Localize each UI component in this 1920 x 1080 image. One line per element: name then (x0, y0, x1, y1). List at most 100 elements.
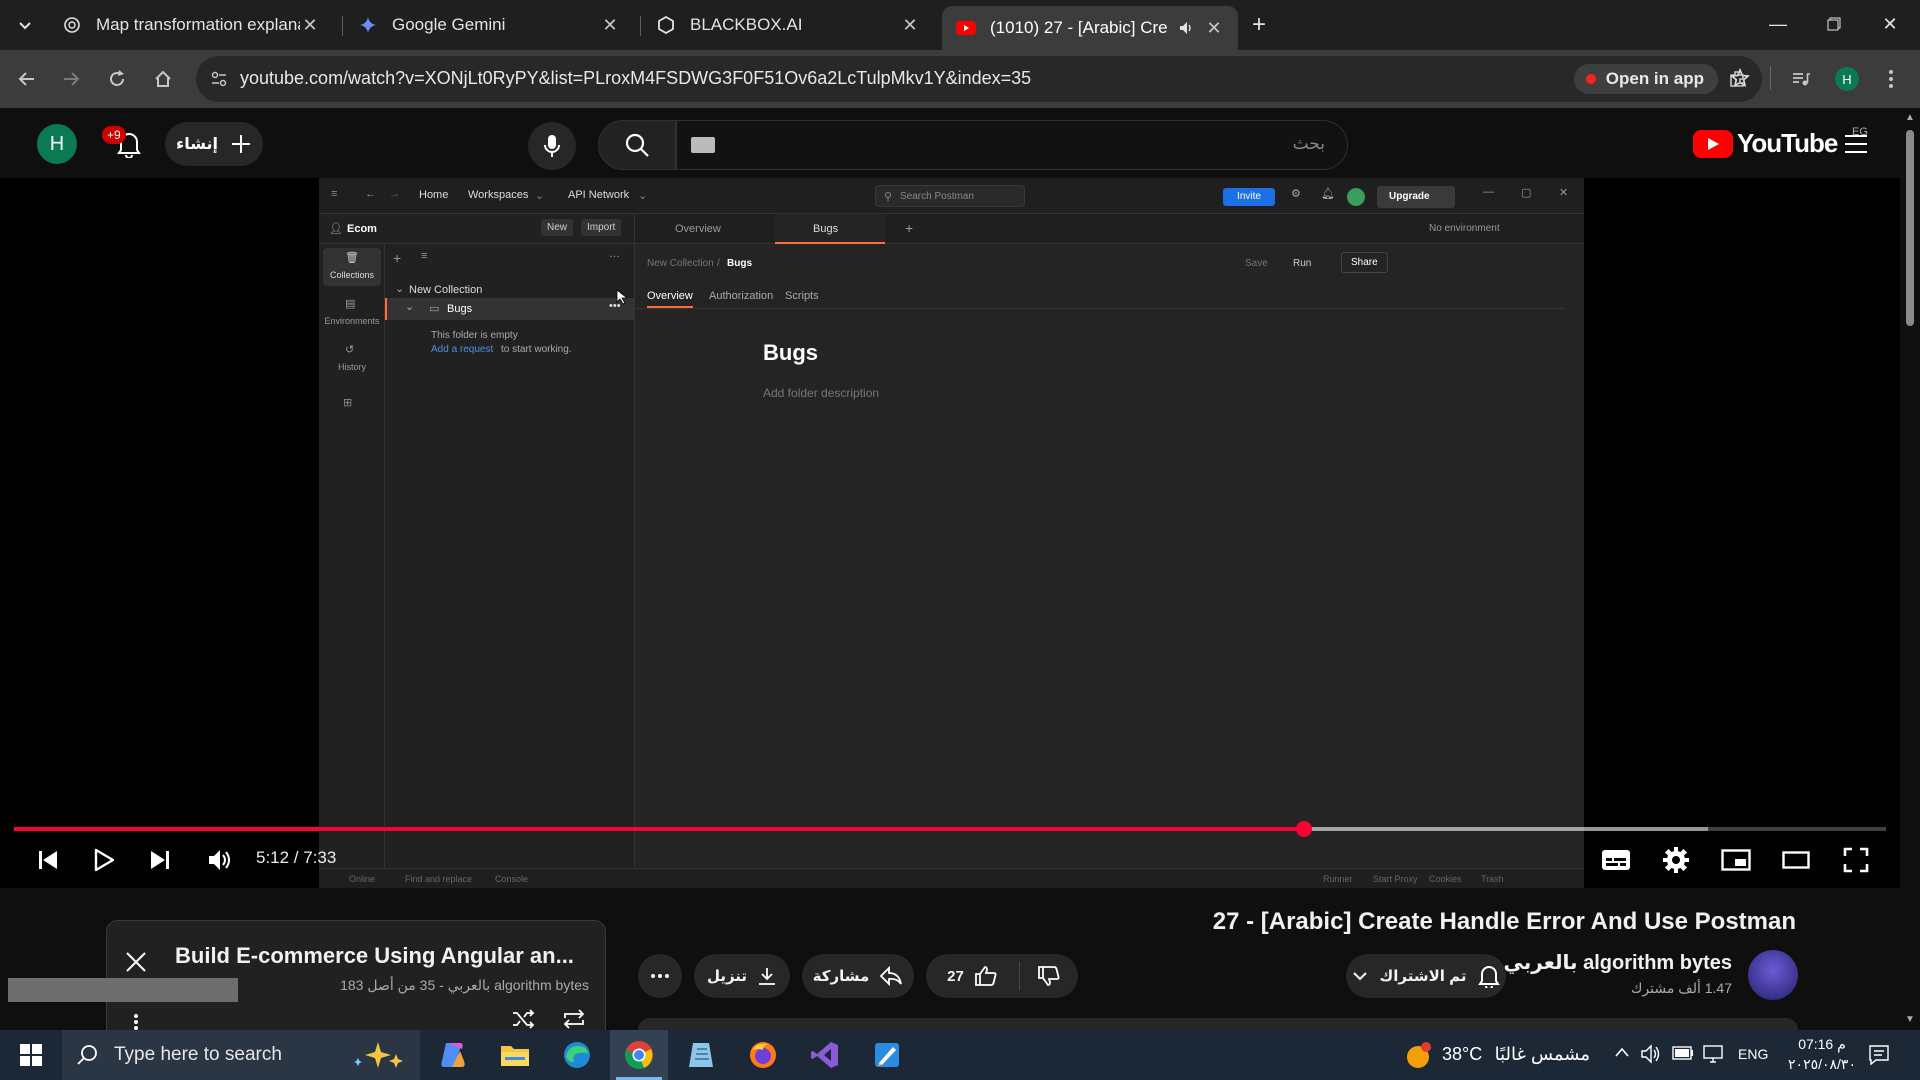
rail-label: Collections (329, 270, 375, 280)
fullscreen-button[interactable] (1836, 840, 1876, 880)
profile-initial: H (1835, 67, 1859, 91)
search-input[interactable]: بحث (676, 120, 1348, 170)
playlist-title[interactable]: Build E-commerce Using Angular an... (175, 943, 574, 969)
taskbar-copilot[interactable] (424, 1030, 482, 1080)
chevron-down-icon: ⌄ (638, 190, 648, 202)
taskbar-visual-studio[interactable] (796, 1030, 854, 1080)
taskbar-search[interactable]: Type here to search (62, 1030, 420, 1080)
channel-avatar[interactable] (1748, 950, 1798, 1000)
tab-search-chevron-icon[interactable] (10, 10, 40, 40)
taskbar-firefox[interactable] (734, 1030, 792, 1080)
new-tab-button[interactable]: + (1244, 10, 1274, 40)
profile-avatar[interactable]: H (1832, 64, 1862, 94)
tab-youtube-active[interactable]: (1010) 27 - [Arabic] Create Handle Error… (942, 6, 1238, 50)
home-icon[interactable] (148, 64, 178, 94)
weather-temperature[interactable]: 38°C (1442, 1044, 1482, 1065)
tab-separator (640, 16, 641, 36)
weather-description[interactable]: مشمس غالبًا (1494, 1044, 1590, 1065)
scroll-down-icon[interactable]: ▼ (1905, 1014, 1915, 1025)
forward-icon[interactable] (56, 64, 86, 94)
taskbar-edge[interactable] (548, 1030, 606, 1080)
search-button[interactable] (598, 120, 676, 170)
site-info-icon[interactable] (210, 70, 228, 88)
scroll-up-icon[interactable]: ▲ (1905, 112, 1915, 123)
taskbar-notepad[interactable] (672, 1030, 730, 1080)
loop-icon[interactable] (561, 1009, 587, 1029)
tab-chatgpt[interactable]: Map transformation explanation ✕ (48, 6, 334, 44)
scrubber-handle[interactable] (1295, 821, 1312, 837)
theater-icon (1782, 851, 1810, 869)
tab-close-icon[interactable]: ✕ (300, 15, 320, 36)
reload-icon[interactable] (102, 64, 132, 94)
previous-button[interactable] (30, 840, 66, 880)
back-icon[interactable] (12, 64, 42, 94)
start-button[interactable] (2, 1030, 60, 1080)
more-actions-button[interactable] (638, 954, 682, 998)
clock-date: ٢٠٢٥/٠٨/٣٠ (1788, 1056, 1856, 1072)
speaker-icon[interactable] (1640, 1044, 1662, 1064)
input-language[interactable]: ENG (1738, 1046, 1768, 1062)
url-text[interactable]: youtube.com/watch?v=XONjLt0RyPY&list=PLr… (240, 68, 1031, 89)
playlist-panel: Build E-commerce Using Angular an... alg… (106, 920, 606, 1032)
taskbar-file-explorer[interactable] (486, 1030, 544, 1080)
next-button[interactable] (142, 840, 178, 880)
youtube-logo[interactable]: YouTube (1693, 128, 1838, 159)
subtitles-button[interactable] (1596, 840, 1636, 880)
download-button[interactable]: تنزيل (694, 954, 790, 998)
create-button[interactable]: إنشاء (165, 122, 263, 166)
weather-icon[interactable] (1404, 1040, 1434, 1070)
channel-name[interactable]: algorithm bytes بالعربي (1504, 950, 1732, 975)
settings-button[interactable] (1656, 840, 1696, 880)
postman-topbar: ≡ ← → Home Workspaces ⌄ API Network ⌄ ⚲ … (319, 178, 1584, 214)
share-button[interactable]: مشاركة (802, 954, 914, 998)
taskbar-paint[interactable] (858, 1030, 916, 1080)
progress-played (14, 827, 1304, 831)
battery-icon[interactable] (1672, 1046, 1694, 1060)
toolbar-divider (1770, 66, 1771, 90)
tab-close-icon[interactable]: ✕ (900, 15, 920, 36)
tab-close-icon[interactable]: ✕ (1204, 18, 1224, 39)
tab-close-icon[interactable]: ✕ (600, 15, 620, 36)
minimize-button[interactable]: — (1748, 0, 1808, 48)
audio-playing-icon[interactable] (1178, 20, 1194, 36)
dislike-button[interactable] (1020, 965, 1078, 987)
add-request-link: Add a request (431, 344, 494, 355)
miniplayer-button[interactable] (1716, 840, 1756, 880)
open-in-app-button[interactable]: Open in app (1573, 64, 1718, 94)
extensions-icon[interactable] (1722, 64, 1752, 94)
taskbar-clock[interactable]: 07:16 م ٢٠٢٥/٠٨/٣٠ (1782, 1034, 1862, 1074)
guide-menu-icon[interactable] (1844, 134, 1868, 154)
restore-button[interactable] (1804, 0, 1864, 48)
network-icon[interactable] (1702, 1044, 1724, 1064)
chrome-menu-icon[interactable] (1876, 64, 1906, 94)
postman-upgrade-button: Upgrade (1377, 186, 1455, 208)
shuffle-icon[interactable] (511, 1009, 535, 1029)
subtab-authorization: Authorization (709, 290, 774, 302)
tab-blackbox[interactable]: BLACKBOX.AI ✕ (642, 6, 934, 44)
page-scrollbar[interactable]: ▲ ▼ (1900, 108, 1920, 1030)
volume-button[interactable] (200, 840, 240, 880)
voice-search-button[interactable] (528, 122, 576, 170)
close-playlist-icon[interactable] (125, 951, 147, 973)
taskbar-chrome[interactable] (610, 1030, 668, 1080)
account-avatar[interactable]: H (37, 124, 77, 164)
playlist-subtitle: algorithm bytes بالعربي - 35 من أصل 183 (340, 977, 589, 993)
keyboard-icon[interactable] (691, 137, 715, 153)
address-bar[interactable]: youtube.com/watch?v=XONjLt0RyPY&list=PLr… (196, 56, 1762, 102)
notification-center-icon[interactable] (1868, 1044, 1890, 1066)
play-button[interactable] (86, 840, 122, 880)
open-in-app-label: Open in app (1605, 69, 1704, 88)
close-window-button[interactable]: ✕ (1860, 0, 1920, 48)
scrollbar-thumb[interactable] (1906, 130, 1914, 326)
video-frame-postman: ≡ ← → Home Workspaces ⌄ API Network ⌄ ⚲ … (319, 178, 1584, 888)
media-controls-icon[interactable] (1786, 64, 1816, 94)
progress-bar[interactable] (14, 821, 1886, 837)
playlist-menu-icon[interactable] (133, 1013, 139, 1031)
show-hidden-icons-chevron[interactable] (1614, 1046, 1630, 1058)
video-player[interactable]: ≡ ← → Home Workspaces ⌄ API Network ⌄ ⚲ … (0, 178, 1920, 888)
copilot-icon (438, 1041, 468, 1069)
subscribed-button[interactable]: تم الاشتراك (1346, 954, 1506, 998)
like-button[interactable]: 27 (926, 962, 1020, 990)
theater-mode-button[interactable] (1776, 840, 1816, 880)
tab-gemini[interactable]: Google Gemini ✕ (344, 6, 634, 44)
